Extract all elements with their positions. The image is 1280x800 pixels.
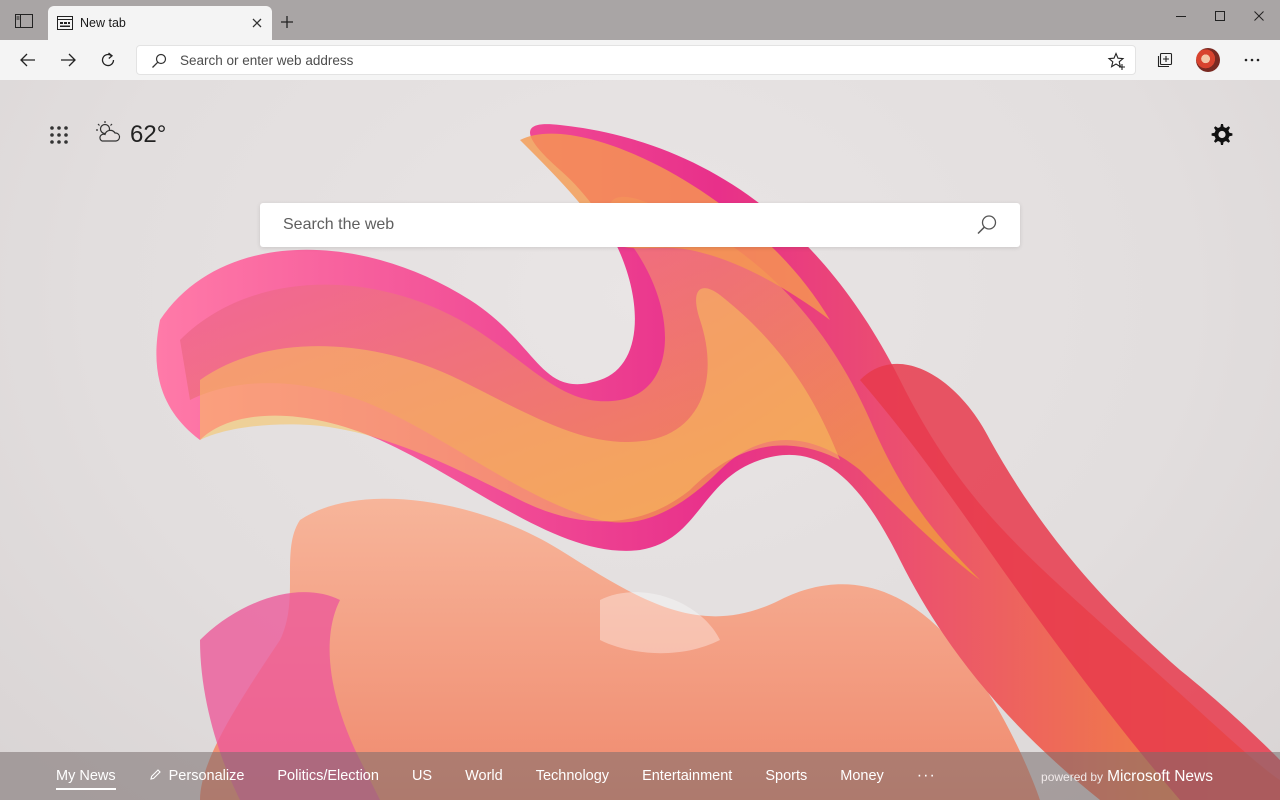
title-bar: New tab: [0, 0, 1280, 40]
web-search-input[interactable]: [283, 203, 963, 247]
weather-temperature: 62°: [130, 120, 167, 148]
newtab-favicon-icon: [57, 16, 73, 30]
close-icon[interactable]: [250, 16, 264, 30]
ellipsis-icon[interactable]: [1240, 48, 1264, 72]
tab-actions-icon[interactable]: [14, 12, 34, 30]
powered-by-badge: powered by Microsoft News: [1041, 768, 1213, 786]
background-wallpaper: [156, 124, 1280, 800]
address-bar[interactable]: [136, 45, 1136, 75]
news-nav: My News Personalize Politics/Election US…: [56, 752, 969, 800]
browser-toolbar: [0, 40, 1280, 80]
star-add-icon[interactable]: [1107, 51, 1127, 71]
powered-by-text: powered by: [1041, 770, 1104, 784]
refresh-icon[interactable]: [96, 48, 120, 72]
search-icon: [151, 53, 167, 74]
partly-cloudy-icon: [94, 120, 122, 149]
news-more-button[interactable]: ···: [917, 767, 936, 785]
news-tab-technology[interactable]: Technology: [536, 768, 609, 784]
plus-icon[interactable]: [278, 13, 296, 31]
tab-new-tab[interactable]: New tab: [48, 6, 272, 40]
news-tab-my-news[interactable]: My News: [56, 768, 116, 790]
weather-widget[interactable]: 62°: [94, 120, 166, 149]
web-search-box[interactable]: [260, 203, 1020, 247]
news-tab-entertainment[interactable]: Entertainment: [642, 768, 732, 784]
news-bar: My News Personalize Politics/Election US…: [0, 752, 1280, 800]
news-tab-politics-election[interactable]: Politics/Election: [277, 768, 379, 784]
news-tab-sports[interactable]: Sports: [765, 768, 807, 784]
search-icon[interactable]: [976, 214, 998, 241]
app-launcher-icon[interactable]: [48, 124, 70, 146]
news-tab-world[interactable]: World: [465, 768, 503, 784]
profile-avatar[interactable]: [1196, 48, 1220, 72]
tab-title: New tab: [80, 16, 126, 30]
back-arrow-icon[interactable]: [16, 48, 40, 72]
gear-icon[interactable]: [1208, 122, 1234, 148]
collections-icon[interactable]: [1153, 48, 1177, 72]
personalize-label: Personalize: [168, 768, 245, 784]
window-close-icon[interactable]: [1236, 0, 1280, 32]
address-input[interactable]: [180, 46, 1080, 74]
forward-arrow-icon[interactable]: [56, 48, 80, 72]
news-tab-personalize[interactable]: Personalize: [149, 768, 245, 785]
powered-by-brand[interactable]: Microsoft News: [1107, 768, 1213, 786]
news-tab-money[interactable]: Money: [840, 768, 884, 784]
new-tab-page: 62° My News Personalize Politics/Electio…: [0, 80, 1280, 800]
pencil-icon: [149, 768, 162, 785]
news-tab-us[interactable]: US: [412, 768, 432, 784]
